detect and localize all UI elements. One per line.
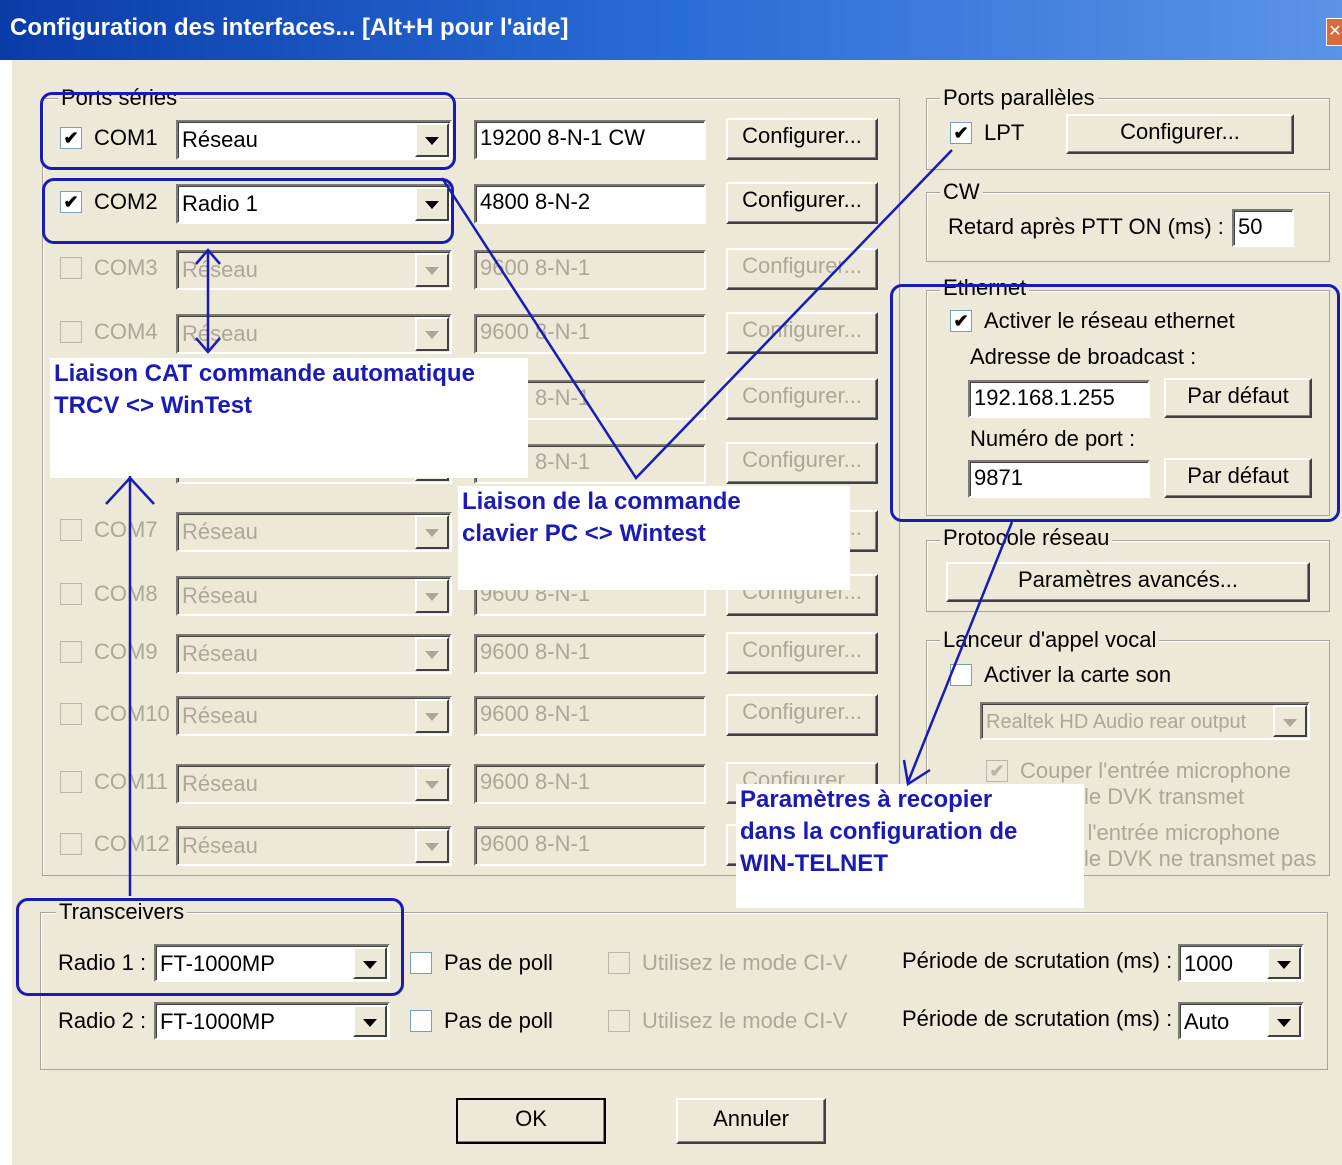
arrow-keyboard-lines: [440, 149, 953, 481]
annotation-arrows: [105, 149, 1014, 896]
arrow-ethernet-telnet-head: [902, 759, 931, 787]
arrow-ethernet-telnet: [906, 521, 1014, 783]
